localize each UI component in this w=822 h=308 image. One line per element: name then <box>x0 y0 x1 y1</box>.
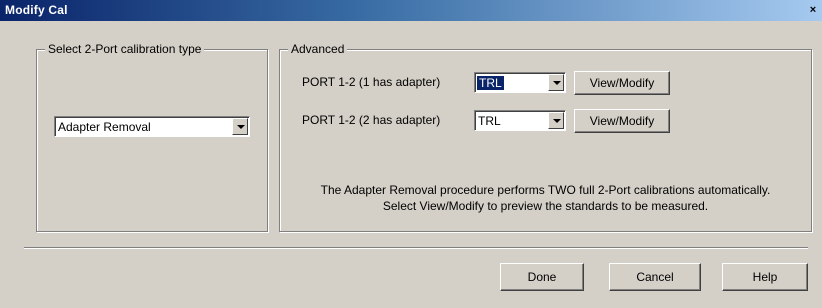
cancel-button[interactable]: Cancel <box>609 263 701 291</box>
adapter-removal-info-line-1: The Adapter Removal procedure performs T… <box>320 183 771 197</box>
help-button[interactable]: Help <box>722 263 808 291</box>
port-2-view-modify-button[interactable]: View/Modify <box>574 109 670 133</box>
footer-separator <box>24 247 808 249</box>
modify-cal-dialog: Modify Cal × Select 2-Port calibration t… <box>0 0 822 308</box>
port-1-adapter-select[interactable]: TRL <box>474 72 566 93</box>
chevron-down-icon[interactable] <box>548 112 564 129</box>
window-title: Modify Cal <box>5 3 68 17</box>
port-2-adapter-select[interactable]: TRL <box>474 110 566 131</box>
port-2-adapter-value: TRL <box>478 114 501 128</box>
adapter-removal-info-line-2: Select View/Modify to preview the standa… <box>382 199 709 213</box>
chevron-down-icon[interactable] <box>232 118 248 135</box>
advanced-group-label: Advanced <box>288 42 348 56</box>
done-button[interactable]: Done <box>500 263 584 291</box>
calibration-type-group-label: Select 2-Port calibration type <box>45 42 205 56</box>
title-bar[interactable]: Modify Cal × <box>0 0 822 21</box>
port-1-view-modify-button[interactable]: View/Modify <box>574 71 670 95</box>
chevron-down-icon[interactable] <box>548 74 564 91</box>
calibration-type-value: Adapter Removal <box>58 120 151 134</box>
close-icon[interactable]: × <box>806 3 820 17</box>
calibration-type-group: Select 2-Port calibration type Adapter R… <box>36 42 268 232</box>
advanced-group: Advanced PORT 1-2 (1 has adapter) TRL Vi… <box>279 42 812 232</box>
calibration-type-select[interactable]: Adapter Removal <box>54 116 250 137</box>
port-1-adapter-value: TRL <box>477 76 504 90</box>
port-2-adapter-label: PORT 1-2 (2 has adapter) <box>302 113 441 127</box>
port-1-adapter-label: PORT 1-2 (1 has adapter) <box>302 75 441 89</box>
